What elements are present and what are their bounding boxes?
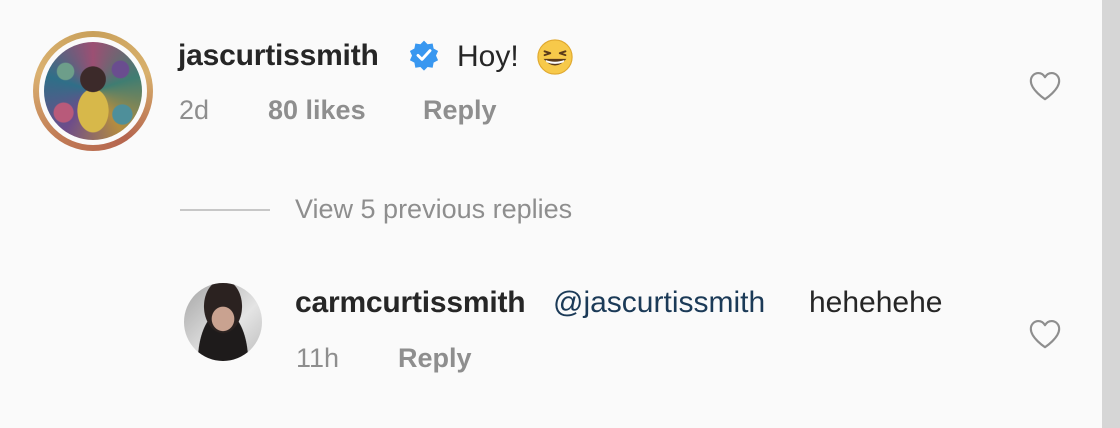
heart-outline-icon[interactable] — [1028, 70, 1062, 102]
heart-outline-icon[interactable] — [1028, 318, 1062, 350]
reply-button[interactable]: Reply — [423, 95, 497, 126]
reply-mention-link[interactable]: @jascurtissmith — [553, 286, 765, 320]
reply-username[interactable]: carmcurtissmith — [295, 286, 526, 320]
comment-username[interactable]: jascurtissmith — [178, 39, 379, 73]
comments-panel: jascurtissmith Hoy! 2d 80 likes Reply Vi… — [0, 0, 1102, 428]
view-previous-replies-button[interactable]: View 5 previous replies — [295, 194, 572, 225]
replies-divider-line — [180, 209, 270, 211]
comment-likes-count[interactable]: 80 likes — [268, 95, 366, 126]
verified-badge-icon — [409, 40, 439, 71]
comment-timestamp: 2d — [179, 95, 210, 125]
reply-button[interactable]: Reply — [398, 343, 472, 374]
reply-text: hehehehe — [809, 286, 943, 319]
screen-edge — [1102, 0, 1120, 428]
reply-timestamp: 11h — [296, 343, 340, 373]
avatar[interactable] — [184, 283, 262, 361]
avatar-story-ring[interactable] — [33, 31, 153, 151]
grinning-squinting-face-icon — [537, 39, 573, 75]
comment-text: Hoy! — [457, 40, 519, 73]
avatar — [44, 42, 142, 140]
